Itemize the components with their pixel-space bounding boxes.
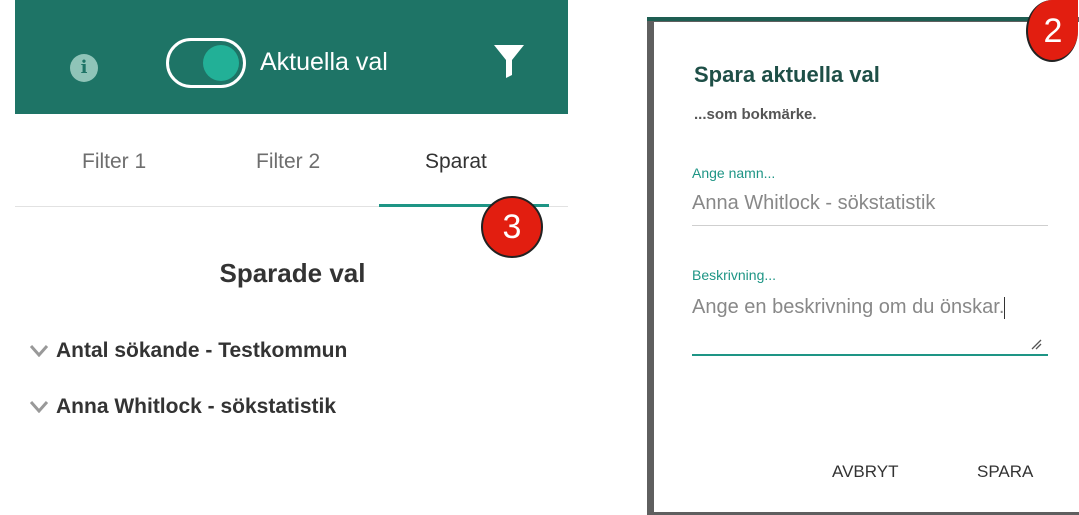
saved-item-label: Antal sökande - Testkommun xyxy=(56,339,348,362)
filter-icon[interactable] xyxy=(494,45,524,78)
description-text: Ange en beskrivning om du önskar. xyxy=(692,296,1005,318)
cancel-button[interactable]: AVBRYT xyxy=(832,462,898,482)
saved-section-title: Sparade val xyxy=(219,258,366,288)
saved-item-label: Anna Whitlock - sökstatistik xyxy=(56,395,337,418)
top-bar: i Aktuella val xyxy=(15,0,568,114)
save-button[interactable]: SPARA xyxy=(977,462,1033,482)
description-field-underline xyxy=(692,354,1048,356)
name-field[interactable]: Anna Whitlock - sökstatistik xyxy=(692,192,935,215)
dialog-top-line xyxy=(647,17,1032,21)
save-dialog: Spara aktuella val ...som bokmärke. Ange… xyxy=(654,22,1079,515)
tab-filter-2[interactable]: Filter 2 xyxy=(256,150,320,174)
tab-saved[interactable]: Sparat xyxy=(425,150,487,174)
toggle-label: Aktuella val xyxy=(260,48,388,76)
step-badge-3: 3 xyxy=(481,196,543,258)
chevron-down-icon xyxy=(30,401,48,414)
left-panel: i Aktuella val Filter 1 Filter 2 Sparat … xyxy=(0,0,570,515)
text-caret xyxy=(1004,296,1006,319)
tab-filter-1[interactable]: Filter 1 xyxy=(82,150,146,174)
dialog-title: Spara aktuella val xyxy=(694,62,880,87)
saved-item[interactable]: Antal sökande - Testkommun xyxy=(30,339,347,363)
name-field-underline xyxy=(692,225,1048,226)
resize-handle-icon[interactable] xyxy=(1030,338,1042,350)
name-field-label: Ange namn... xyxy=(692,165,776,181)
chevron-down-icon xyxy=(30,345,48,358)
description-field-label: Beskrivning... xyxy=(692,267,777,283)
dialog-subtitle: ...som bokmärke. xyxy=(694,106,817,123)
step-badge-2: 2 xyxy=(1026,0,1078,62)
toggle-knob xyxy=(203,45,239,81)
current-selection-toggle[interactable] xyxy=(166,38,246,88)
info-icon[interactable]: i xyxy=(70,54,98,82)
description-textarea[interactable]: Ange en beskrivning om du önskar. xyxy=(692,294,1022,320)
saved-item[interactable]: Anna Whitlock - sökstatistik xyxy=(30,395,336,419)
